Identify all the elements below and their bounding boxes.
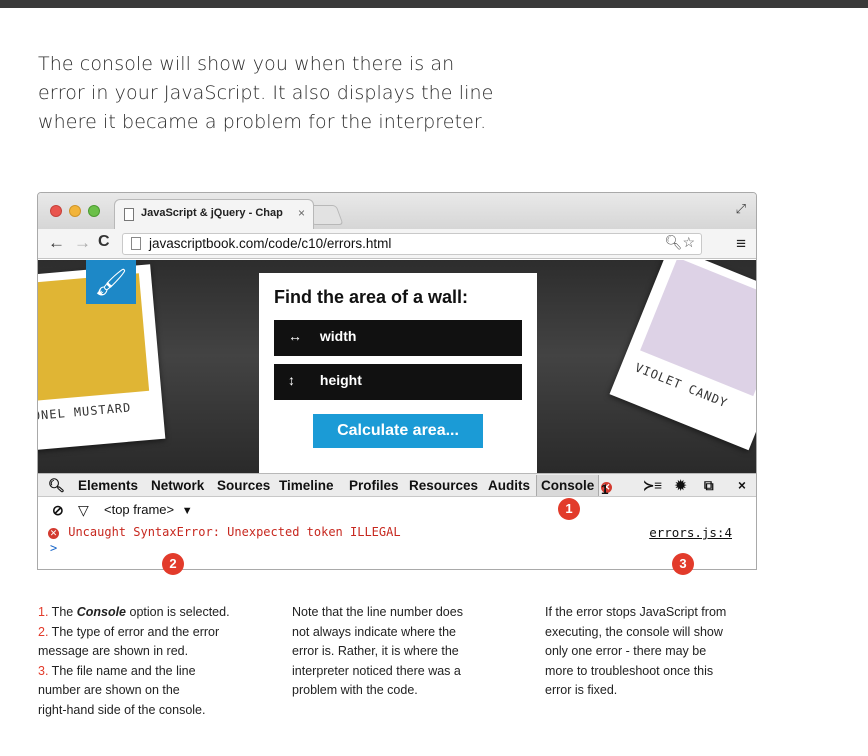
browser-tab[interactable]: JavaScript & jQuery - Chap ×: [114, 199, 314, 229]
caption-line: more to troubleshoot once this: [545, 663, 714, 678]
caption-number: 2.: [38, 624, 49, 639]
tab-profiles[interactable]: Profiles: [349, 478, 399, 493]
close-window-button[interactable]: [50, 205, 62, 217]
error-message: Uncaught SyntaxError: Unexpected token I…: [68, 525, 401, 539]
zoom-bookmark-icons[interactable]: 🔍︎☆: [665, 234, 695, 251]
caption-line: number are shown on the: [38, 683, 180, 697]
caption-line: right-hand side of the console.: [38, 702, 206, 717]
caption-line: 3. The file name and the line: [38, 662, 268, 682]
caption-line: executing, the console will show: [545, 624, 723, 639]
tab-audits[interactable]: Audits: [488, 478, 530, 493]
error-source-link[interactable]: errors.js:4: [649, 525, 732, 540]
browser-toolbar: ← → C javascriptbook.com/code/c10/errors…: [38, 229, 756, 259]
caption-number: 3.: [38, 663, 49, 678]
close-devtools-icon[interactable]: ×: [738, 478, 746, 493]
console-output: ✕ Uncaught SyntaxError: Unexpected token…: [38, 523, 756, 569]
console-toolbar: ⊘ ▽ <top frame> ▼: [38, 497, 756, 523]
caption-column-3: If the error stops JavaScript from execu…: [545, 603, 775, 701]
tab-close-icon[interactable]: ×: [298, 206, 305, 220]
clear-console-icon[interactable]: ⊘: [52, 502, 64, 519]
intro-line: The console will show you when there is …: [38, 53, 455, 75]
caption-line: only one error - there may be: [545, 644, 707, 658]
caption-line: interpreter noticed there was a: [292, 663, 461, 678]
caption-column-1: 1. The Console option is selected. 2. Th…: [38, 603, 268, 720]
tab-title: JavaScript & jQuery - Chap: [141, 207, 283, 219]
caption-line: 1. The Console option is selected.: [38, 603, 268, 623]
caption-line: 2. The type of error and the error: [38, 623, 268, 643]
fullscreen-icon[interactable]: ⤢: [736, 201, 746, 217]
callout-1: 1: [558, 498, 580, 520]
swatch-label: ONEL MUSTARD: [38, 400, 132, 423]
minimize-window-button[interactable]: [69, 205, 81, 217]
frame-selector[interactable]: <top frame> ▼: [104, 502, 193, 517]
tab-elements[interactable]: Elements: [78, 478, 138, 493]
caption-text: option is selected.: [126, 605, 230, 619]
caption-line: If the error stops JavaScript from: [545, 605, 727, 619]
intro-text: The console will show you when there is …: [38, 50, 518, 137]
caption-text: The type of error and the error: [48, 624, 220, 639]
dock-side-icon[interactable]: ⧉: [704, 478, 714, 494]
caption-line: error is. Rather, it is where the: [292, 644, 459, 658]
caption-emphasis: Console: [76, 605, 127, 619]
dropdown-arrow-icon: ▼: [181, 505, 193, 517]
back-arrow-icon[interactable]: ←: [48, 233, 65, 253]
console-prompt[interactable]: >: [50, 541, 57, 555]
console-error-row: ✕ Uncaught SyntaxError: Unexpected token…: [48, 525, 401, 539]
area-form-card: Find the area of a wall: ↔ width ↕ heigh…: [259, 273, 537, 473]
tab-timeline[interactable]: Timeline: [279, 478, 334, 493]
tab-strip: JavaScript & jQuery - Chap × ⤢: [38, 193, 756, 229]
caption-line: message are shown in red.: [38, 644, 189, 658]
tab-sources[interactable]: Sources: [217, 478, 270, 493]
height-field[interactable]: ↕ height: [274, 364, 522, 400]
callout-2: 2: [162, 553, 184, 575]
intro-line: error in your JavaScript. It also displa…: [38, 82, 494, 104]
caption-column-2: Note that the line number does not alway…: [292, 603, 512, 701]
error-count: 1: [601, 482, 609, 497]
devtools-tabbar: 🔍︎ Elements Network Sources Timeline Pro…: [38, 473, 756, 497]
horizontal-arrows-icon: ↔: [288, 328, 302, 344]
width-field[interactable]: ↔ width: [274, 320, 522, 356]
form-heading: Find the area of a wall:: [274, 287, 469, 307]
browser-window: JavaScript & jQuery - Chap × ⤢ ← → C jav…: [37, 192, 757, 570]
maximize-window-button[interactable]: [88, 205, 100, 217]
menu-icon[interactable]: ≡: [736, 234, 746, 254]
caption-text: The: [48, 605, 77, 619]
search-icon[interactable]: 🔍︎: [48, 478, 65, 494]
intro-line: where it became a problem for the interp…: [38, 111, 487, 133]
address-bar[interactable]: javascriptbook.com/code/c10/errors.html …: [122, 233, 702, 255]
top-border: [0, 0, 868, 8]
caption-line: Note that the line number does: [292, 605, 463, 619]
frame-selector-label: <top frame>: [104, 502, 175, 517]
calculate-area-button[interactable]: Calculate area...: [313, 414, 483, 448]
callout-3: 3: [672, 553, 694, 575]
forward-arrow-icon[interactable]: →: [74, 233, 91, 253]
caption-line: not always indicate where the: [292, 624, 456, 639]
caption-text: The file name and the line: [48, 663, 196, 678]
caption-line: error is fixed.: [545, 683, 618, 697]
page-icon: [131, 237, 141, 250]
swatch-card-violet: VIOLET CANDY: [609, 260, 756, 451]
height-label: height: [319, 372, 362, 388]
url-text: javascriptbook.com/code/c10/errors.html: [149, 236, 392, 251]
settings-gear-icon[interactable]: ✹: [675, 478, 686, 494]
vertical-arrows-icon: ↕: [288, 372, 295, 388]
filter-icon[interactable]: ▽: [78, 502, 89, 519]
tab-network[interactable]: Network: [151, 478, 204, 493]
reload-icon[interactable]: C: [98, 233, 110, 251]
width-label: width: [319, 328, 357, 344]
tab-resources[interactable]: Resources: [409, 478, 478, 493]
paintbrush-icon: 🖌︎: [86, 260, 136, 304]
error-icon: ✕: [48, 528, 59, 539]
tab-console[interactable]: Console: [536, 475, 600, 496]
caption-number: 1.: [38, 605, 49, 619]
caption-line: problem with the code.: [292, 683, 418, 697]
page-viewport: ONEL MUSTARD 🖌︎ VIOLET CANDY Find the ar…: [38, 260, 756, 473]
page-icon: [124, 208, 134, 221]
drawer-toggle-icon[interactable]: ≻≡: [643, 478, 662, 494]
